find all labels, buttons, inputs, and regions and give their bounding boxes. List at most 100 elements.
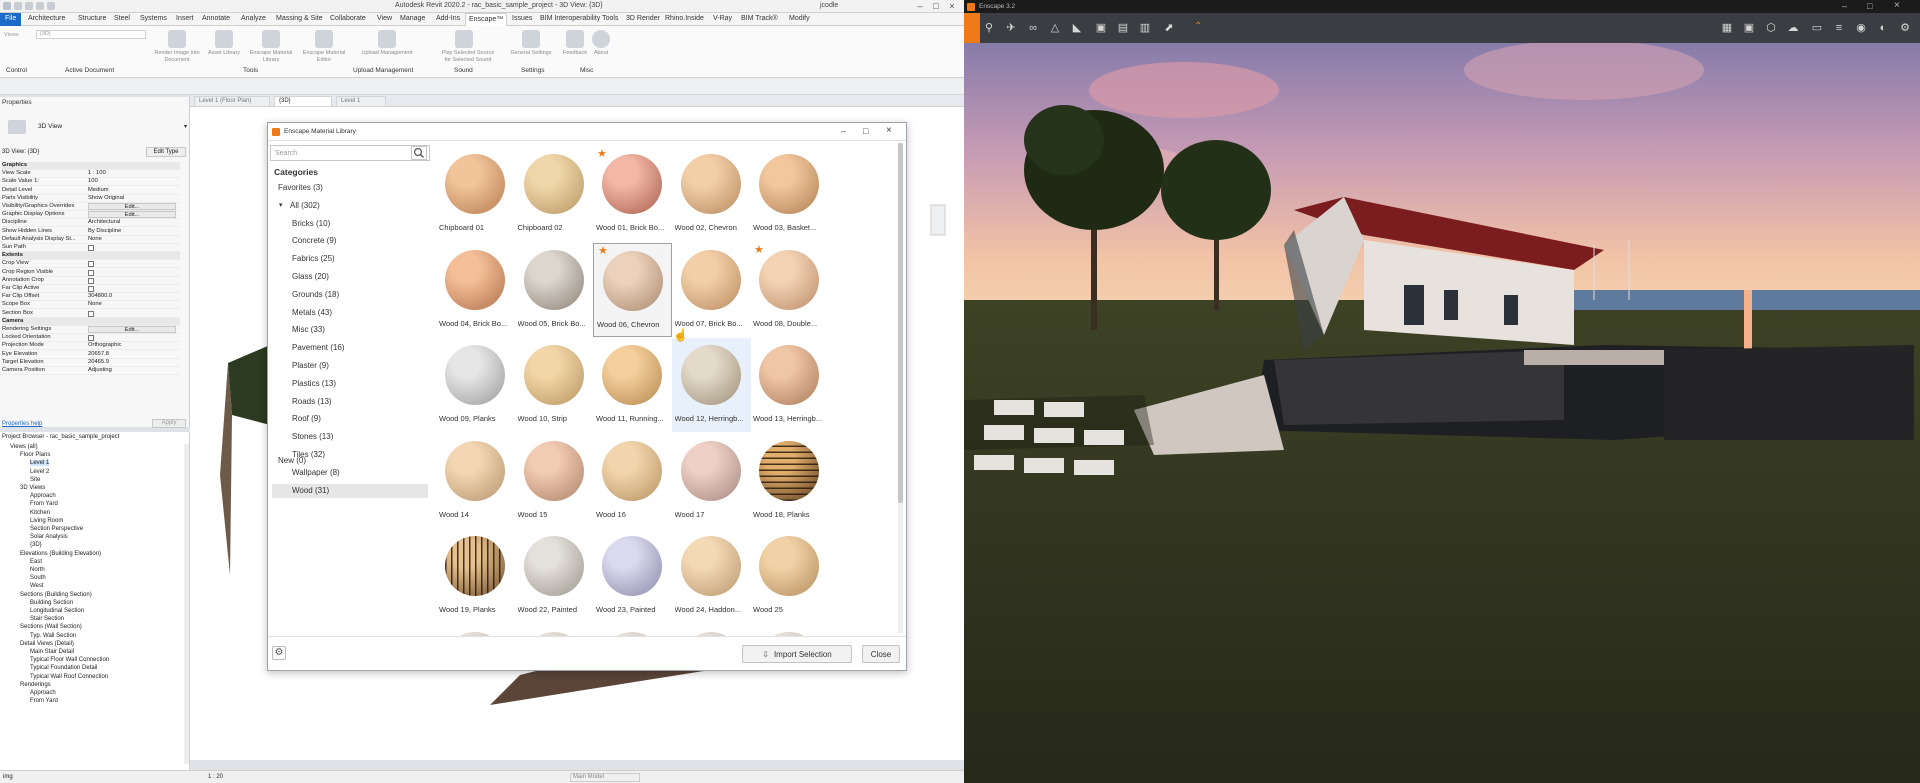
browser-item[interactable]: Renderings: [20, 682, 51, 688]
property-value[interactable]: 1 : 100: [88, 170, 106, 176]
gear-icon[interactable]: [522, 30, 540, 48]
browser-item[interactable]: Site: [30, 477, 40, 483]
browser-scrollbar[interactable]: [184, 444, 189, 764]
browser-item[interactable]: Sections (Wall Section): [20, 624, 82, 630]
material-tile[interactable]: Wood 10, Strip: [515, 338, 594, 432]
browser-item[interactable]: East: [30, 559, 42, 565]
material-editor-icon[interactable]: [315, 30, 333, 48]
close-icon[interactable]: ×: [886, 125, 892, 136]
tab-view[interactable]: View: [377, 15, 392, 22]
property-value[interactable]: 20465.9: [88, 359, 109, 365]
browser-item[interactable]: South: [30, 575, 46, 581]
browser-item[interactable]: Sections (Building Section): [20, 592, 92, 598]
bim-icon[interactable]: ▦: [1720, 21, 1734, 35]
browser-item[interactable]: Typical Floor Wall Connection: [30, 657, 109, 663]
material-tile[interactable]: Wood 25: [750, 529, 829, 623]
gear-icon[interactable]: ⚙: [272, 646, 286, 660]
browser-item[interactable]: Floor Plans: [20, 452, 50, 458]
tab-bim-track[interactable]: BIM Track®: [741, 15, 778, 22]
material-tile[interactable]: Wood 18, Planks: [750, 434, 829, 528]
general-settings-icon[interactable]: ⚙: [1898, 21, 1912, 35]
user-name[interactable]: jcodle: [820, 2, 838, 9]
material-tile[interactable]: [436, 625, 515, 636]
settings-slider-icon[interactable]: ≡: [1832, 21, 1846, 35]
info-icon[interactable]: [592, 30, 610, 48]
browser-item[interactable]: Longitudinal Section: [30, 608, 84, 614]
visual-settings-icon[interactable]: ◐: [1876, 21, 1890, 35]
batch-render-icon[interactable]: ▤: [1116, 21, 1130, 35]
view-scale-text[interactable]: 1 : 20: [208, 774, 223, 780]
material-tile[interactable]: [672, 625, 751, 636]
property-checkbox[interactable]: [88, 269, 94, 276]
tab-systems[interactable]: Systems: [140, 15, 167, 22]
section-icon[interactable]: ◣: [1070, 21, 1084, 35]
type-selector[interactable]: 3D View: [38, 123, 62, 130]
browser-item[interactable]: Typical Foundation Detail: [30, 665, 97, 671]
image-icon[interactable]: ▣: [1094, 21, 1108, 35]
tab-steel[interactable]: Steel: [114, 15, 130, 22]
tab-structure[interactable]: Structure: [78, 15, 106, 22]
property-value[interactable]: None: [88, 301, 102, 307]
browser-item[interactable]: Approach: [30, 493, 56, 499]
property-value[interactable]: Adjusting: [88, 367, 112, 373]
material-tile[interactable]: [750, 625, 829, 636]
tab-3d-view[interactable]: {3D}: [274, 96, 332, 107]
material-tile[interactable]: Chipboard 02: [515, 147, 594, 241]
tab-file[interactable]: File: [0, 13, 22, 26]
property-checkbox[interactable]: [88, 310, 94, 317]
tab-issues[interactable]: Issues: [512, 15, 532, 22]
upload-management-icon[interactable]: [378, 30, 396, 48]
browser-item[interactable]: Typ. Wall Section: [30, 633, 76, 639]
browser-item[interactable]: Level 1: [30, 460, 50, 467]
tab-rhino-inside[interactable]: Rhino.Inside: [665, 15, 704, 22]
browser-item[interactable]: Stair Section: [30, 616, 64, 622]
browser-item[interactable]: Views (all): [10, 444, 38, 450]
material-tile[interactable]: Wood 15: [515, 434, 594, 528]
search-input[interactable]: Search: [270, 145, 430, 161]
tab-level-1[interactable]: Level 1: [336, 96, 386, 107]
close-icon[interactable]: ×: [946, 1, 958, 11]
material-tile[interactable]: Wood 16: [593, 434, 672, 528]
save-icon[interactable]: [25, 2, 33, 10]
view-name-field[interactable]: {3D}: [36, 30, 146, 39]
property-value[interactable]: 20657.8: [88, 351, 109, 357]
material-tile[interactable]: Wood 22, Painted: [515, 529, 594, 623]
properties-help-link[interactable]: Properties help: [2, 421, 42, 427]
material-tile[interactable]: Wood 17: [672, 434, 751, 528]
active-workset[interactable]: Main Model: [570, 773, 640, 782]
material-tile[interactable]: Wood 24, Haddon...: [672, 529, 751, 623]
tab-collaborate[interactable]: Collaborate: [330, 15, 366, 22]
tab-annotate[interactable]: Annotate: [202, 15, 230, 22]
minimize-icon[interactable]: –: [914, 1, 926, 11]
property-checkbox[interactable]: [88, 286, 94, 292]
material-icon[interactable]: ▣: [1742, 21, 1756, 35]
tab-architecture[interactable]: Architecture: [28, 15, 65, 22]
material-tile[interactable]: ★ Wood 06, Chevron: [593, 242, 672, 337]
redo-icon[interactable]: [47, 2, 55, 10]
maximize-icon[interactable]: □: [1867, 1, 1872, 11]
tab-level-1-floor-plan[interactable]: Level 1 (Floor Plan): [194, 96, 270, 107]
browser-item[interactable]: Solar Analysis: [30, 534, 68, 540]
enscape-render-view[interactable]: [964, 0, 1920, 783]
search-icon[interactable]: [411, 146, 427, 160]
asset-library-icon[interactable]: ⬡: [1764, 21, 1778, 35]
chevron-down-icon[interactable]: ▾: [279, 199, 283, 213]
eye-icon[interactable]: ◉: [1854, 21, 1868, 35]
material-library-icon[interactable]: [262, 30, 280, 48]
sun-icon[interactable]: △: [1048, 21, 1062, 35]
import-selection-button[interactable]: ⇩ Import Selection: [742, 645, 852, 663]
browser-item[interactable]: West: [30, 583, 44, 589]
browser-item[interactable]: Section Perspective: [30, 526, 83, 532]
scrollbar-thumb[interactable]: [898, 143, 903, 503]
material-tile[interactable]: Wood 13, Herringb...: [750, 338, 829, 432]
undo-icon[interactable]: [36, 2, 44, 10]
chevron-down-icon[interactable]: ▾: [184, 123, 187, 130]
material-tile[interactable]: ★ Wood 08, Double...: [750, 243, 829, 337]
material-tile[interactable]: Wood 23, Painted: [593, 529, 672, 623]
favorite-star-icon[interactable]: ★: [597, 147, 607, 160]
revit-logo-icon[interactable]: [3, 2, 11, 10]
property-value[interactable]: 100: [88, 178, 98, 184]
instance-selector[interactable]: 3D View: {3D}: [2, 149, 39, 155]
property-checkbox[interactable]: [88, 277, 94, 284]
browser-item[interactable]: Approach: [30, 690, 56, 696]
